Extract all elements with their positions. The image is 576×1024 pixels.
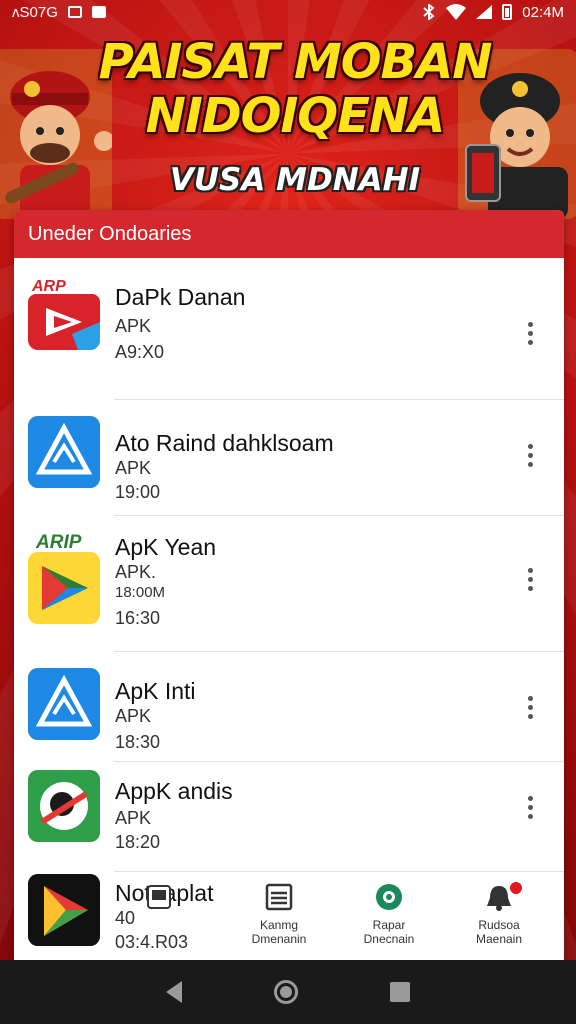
status-left: ʌS07G <box>12 4 106 21</box>
app-name: AppK andis <box>115 778 233 804</box>
list-header-title: Uneder Ondoaries <box>28 222 192 245</box>
app-meta: 18:00M <box>115 584 166 601</box>
banner-subtitle: VUSA MDNAHI <box>169 162 421 198</box>
app-icon-badge: ARIP <box>36 532 82 553</box>
app-icon-badge: ARP <box>32 278 66 295</box>
nav-label-line1: Kanmg <box>259 918 299 932</box>
nav-label-line2: Dmenanin <box>251 932 307 946</box>
status-time: 02:4M <box>522 3 564 21</box>
nav-item-settings[interactable]: Rapar Dnecnain <box>344 882 434 946</box>
app-meta: 18:20 <box>115 832 161 852</box>
app-meta: 18:30 <box>115 732 161 752</box>
bottom-nav: Kanmg Dmenanin Rapar Dnecnain Rudsoa Mae… <box>134 882 564 962</box>
phone-icon <box>147 885 171 909</box>
more-options-icon[interactable] <box>526 568 534 591</box>
app-list-card: Uneder Ondoaries ARP DaPk Danan APK A9:X… <box>14 210 564 970</box>
home-icon[interactable] <box>274 980 298 1004</box>
list-item[interactable]: AppK andis APK 18:20 <box>14 762 564 872</box>
list-icon <box>265 883 293 911</box>
list-item[interactable]: ARIP ApK Yean APK. 18:00M 16:30 <box>14 516 564 652</box>
nav-label-line1: Rapar <box>372 918 406 932</box>
dark-play-logo-icon <box>28 874 100 946</box>
app-meta: 19:00 <box>115 482 161 502</box>
list-header: Uneder Ondoaries <box>14 210 564 258</box>
app-type: APK <box>115 458 152 478</box>
system-nav-bar <box>0 960 576 1024</box>
notification-badge <box>510 882 522 894</box>
wifi-icon <box>446 4 467 20</box>
nav-item-home[interactable] <box>134 882 224 912</box>
more-options-icon[interactable] <box>526 796 534 819</box>
app-type: APK. <box>115 562 157 582</box>
more-options-icon[interactable] <box>526 322 534 345</box>
app-meta: A9:X0 <box>115 342 165 362</box>
app-name: ApK Inti <box>115 678 196 704</box>
list-item[interactable]: ApK Inti APK 18:30 <box>14 652 564 762</box>
gear-icon <box>376 884 402 910</box>
signal-icon <box>476 5 493 19</box>
back-icon[interactable] <box>166 981 182 1003</box>
green-circle-logo-icon <box>28 770 100 842</box>
nav-item-list[interactable]: Kanmg Dmenanin <box>234 882 324 946</box>
app-time: 16:30 <box>115 608 161 628</box>
app-type: APK <box>115 706 152 726</box>
message-icon <box>91 6 106 18</box>
status-text: ʌS07G <box>12 3 58 21</box>
recent-apps-icon[interactable] <box>390 982 410 1002</box>
promo-banner[interactable]: PAISAT MOBAN NIDOIQENA VUSA MDNAHI <box>0 24 576 219</box>
bluetooth-icon <box>423 4 435 20</box>
yellow-play-logo-icon <box>28 552 100 624</box>
more-options-icon[interactable] <box>526 444 534 467</box>
nav-label-line1: Rudsoa <box>478 918 520 932</box>
app-name: DaPk Danan <box>115 284 246 310</box>
banner-title-line2: NIDOIQENA <box>145 88 445 144</box>
app-name: Ato Raind dahklsoam <box>115 430 334 456</box>
app-name: ApK Yean <box>115 534 217 560</box>
banner-title-line1: PAISAT MOBAN <box>98 34 493 90</box>
nav-label-line2: Dnecnain <box>363 932 415 946</box>
app-type: APK <box>115 808 152 828</box>
more-options-icon[interactable] <box>526 696 534 719</box>
list-item[interactable]: Ato Raind dahklsoam APK 19:00 <box>14 400 564 516</box>
notification-icon <box>67 6 82 18</box>
nav-item-notifications[interactable]: Rudsoa Maenain <box>454 882 544 946</box>
status-bar: ʌS07G 02:4M <box>0 0 576 24</box>
nav-label-line2: Maenain <box>475 932 523 946</box>
app-type: APK <box>115 316 152 336</box>
battery-icon <box>502 4 513 20</box>
blue-triangle-logo-icon <box>28 668 100 740</box>
blue-triangle-logo-icon <box>28 416 100 488</box>
status-right: 02:4M <box>422 4 564 21</box>
app-type: 40 <box>115 908 136 928</box>
list-item[interactable]: ARP DaPk Danan APK A9:X0 <box>14 258 564 400</box>
